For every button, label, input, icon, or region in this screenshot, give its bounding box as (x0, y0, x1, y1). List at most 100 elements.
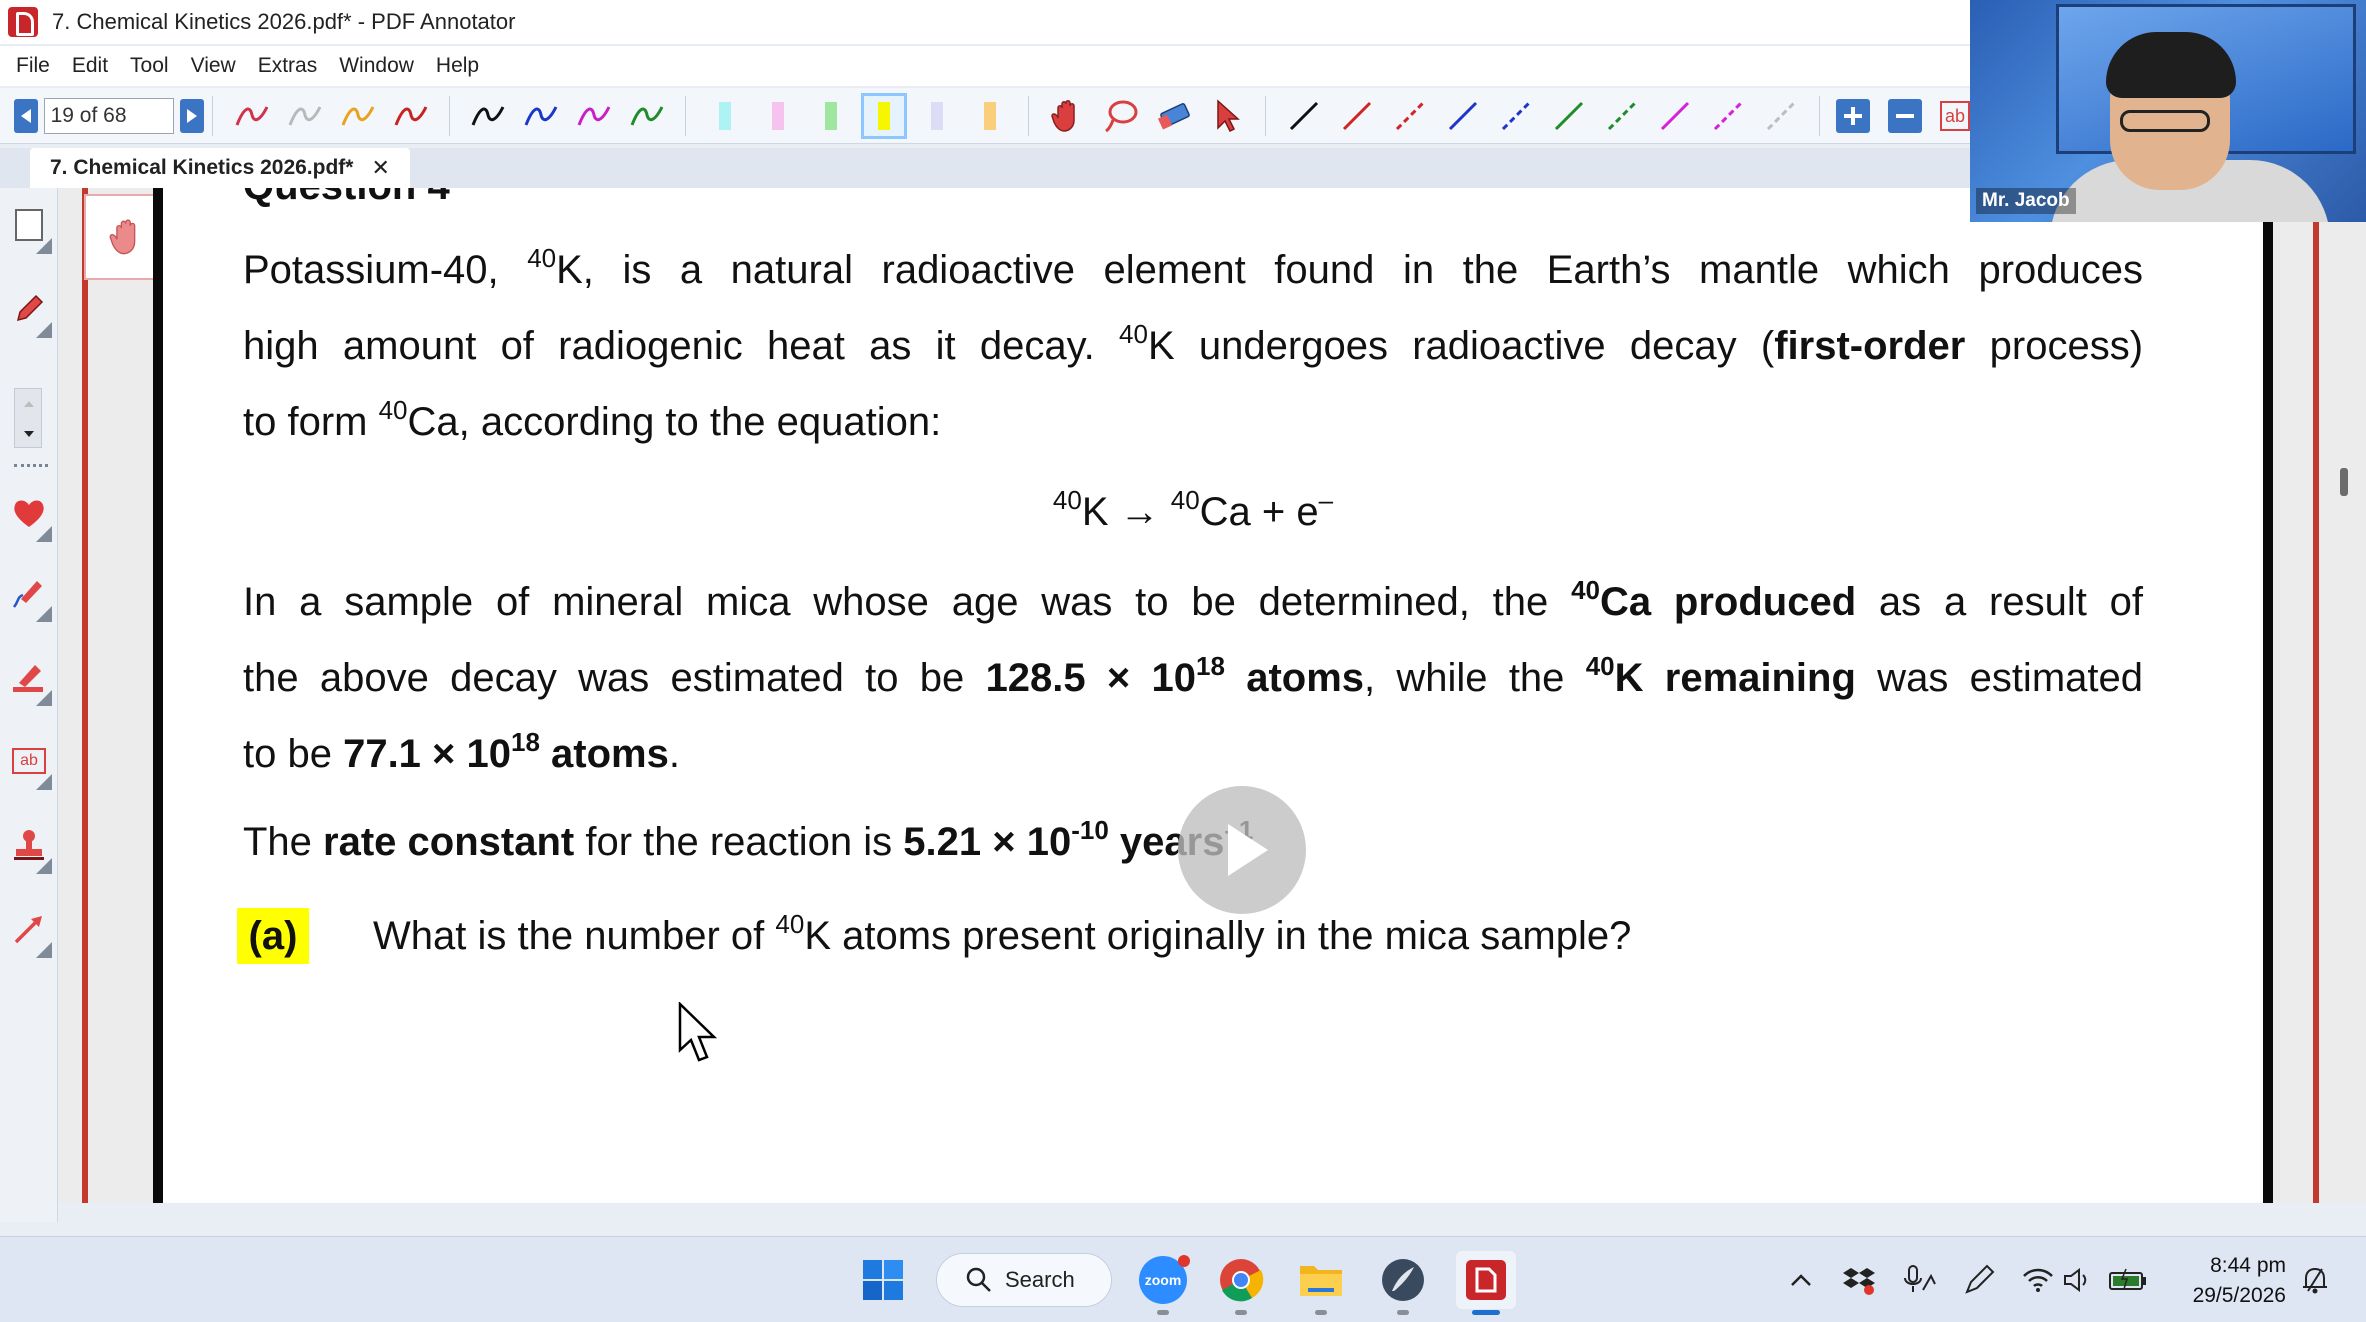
battery-tray-icon[interactable] (2106, 1251, 2150, 1309)
menu-window[interactable]: Window (339, 54, 414, 78)
wifi-tray-icon[interactable] (2020, 1251, 2056, 1309)
previous-page-button[interactable] (14, 98, 38, 133)
feather-app-button[interactable] (1376, 1251, 1430, 1315)
pen-blue-button[interactable] (518, 93, 564, 139)
highlighter-lavender-button[interactable] (914, 93, 960, 139)
favorites-button[interactable] (6, 484, 52, 542)
document-tab[interactable]: 7. Chemical Kinetics 2026.pdf* ✕ (30, 148, 410, 188)
menu-view[interactable]: View (191, 54, 236, 78)
folder-icon (1300, 1266, 1342, 1296)
zoom-out-button[interactable] (1887, 98, 1922, 133)
pdf-annotator-taskbar-button[interactable] (1456, 1251, 1516, 1315)
blank-page-button[interactable] (6, 196, 52, 254)
menu-extras[interactable]: Extras (258, 54, 318, 78)
line-magenta-button[interactable] (1652, 93, 1698, 139)
highlighter-pink-button[interactable] (755, 93, 801, 139)
start-button[interactable] (856, 1251, 910, 1309)
pen-orange-button[interactable] (335, 93, 381, 139)
left-tool-sidebar: ab (0, 188, 58, 1222)
toolbar: 19 of 68 ab (0, 88, 1970, 144)
video-play-icon[interactable] (1178, 786, 1306, 914)
toolbar-separator (448, 95, 450, 136)
highlighter-icon (824, 101, 837, 130)
document-view[interactable]: Question 4 Potassium-40, 40K, is a natur… (58, 188, 2366, 1203)
pen-magenta-button[interactable] (571, 93, 617, 139)
line-black-button[interactable] (1281, 93, 1327, 139)
screen: 7. Chemical Kinetics 2026.pdf* - PDF Ann… (0, 0, 2366, 1322)
chevron-up-icon (1791, 1274, 1811, 1286)
pen-stroke-icon (630, 105, 664, 126)
sidebar-pencil-blue-button[interactable] (6, 564, 52, 622)
show-hidden-icons-button[interactable] (1786, 1251, 1816, 1309)
highlighter-icon (718, 101, 731, 130)
zoom-app-button[interactable]: zoom (1136, 1251, 1190, 1315)
toolbar-separator (211, 95, 213, 136)
hand-tool-button[interactable] (1045, 93, 1091, 139)
dashed-line-green-button[interactable] (1599, 93, 1645, 139)
notifications-button[interactable] (2298, 1251, 2332, 1309)
hand-icon (109, 219, 136, 255)
pen-stroke-icon (288, 105, 321, 126)
microphone-tray-icon[interactable] (1900, 1251, 1938, 1309)
file-explorer-button[interactable] (1294, 1251, 1348, 1315)
margin-rule-left (82, 188, 88, 1203)
dropbox-tray-icon[interactable] (1842, 1251, 1876, 1309)
paragraph-line: In a sample of mineral mica whose age wa… (243, 575, 2143, 624)
dashed-line-magenta-button[interactable] (1705, 93, 1751, 139)
menu-help[interactable]: Help (436, 54, 479, 78)
sidebar-arrow-button[interactable] (6, 900, 52, 958)
sidebar-pen-button[interactable] (6, 280, 52, 338)
line-red-button[interactable] (1334, 93, 1380, 139)
chrome-app-button[interactable] (1214, 1251, 1268, 1315)
eraser-tool-button[interactable] (1151, 93, 1197, 139)
page-number-input[interactable]: 19 of 68 (43, 97, 175, 134)
presenter-hair (2106, 32, 2236, 98)
line-icon (1555, 101, 1584, 130)
vertical-scroll-thumb[interactable] (2340, 468, 2348, 496)
sidebar-highlighter-button[interactable] (6, 648, 52, 706)
menu-tool[interactable]: Tool (130, 54, 169, 78)
sidebar-scroller[interactable] (14, 388, 42, 448)
pen-green-button[interactable] (624, 93, 670, 139)
pen-red-button[interactable] (229, 93, 275, 139)
dashed-line-blue-button[interactable] (1493, 93, 1539, 139)
dashed-line-grey-button[interactable] (1758, 93, 1804, 139)
highlighter-yellow-button[interactable] (860, 92, 907, 139)
pen-grey-button[interactable] (282, 93, 328, 139)
search-label: Search (1005, 1267, 1075, 1292)
pen-tray-icon[interactable] (1962, 1251, 1996, 1309)
menu-edit[interactable]: Edit (72, 54, 108, 78)
highlighter-orange-button[interactable] (967, 93, 1013, 139)
pen-icon (1965, 1264, 1995, 1294)
text-stamp-button[interactable]: ab (1939, 100, 1970, 131)
line-blue-button[interactable] (1440, 93, 1486, 139)
line-green-button[interactable] (1546, 93, 1592, 139)
blank-page-icon (15, 209, 43, 241)
close-tab-button[interactable]: ✕ (371, 155, 389, 181)
taskbar-search[interactable]: Search (936, 1253, 1112, 1307)
select-tool-button[interactable] (1204, 93, 1250, 139)
pen-darkred-button[interactable] (388, 93, 434, 139)
sidebar-stamp-button[interactable] (6, 816, 52, 874)
triangle-left-icon (20, 108, 31, 123)
participant-name: Mr. Jacob (1976, 188, 2076, 214)
zoom-in-button[interactable] (1835, 98, 1870, 133)
pen-black-button[interactable] (465, 93, 511, 139)
dashed-line-icon (1502, 101, 1531, 130)
lasso-icon (1104, 100, 1138, 132)
zoom-tools: ab (1835, 98, 1970, 133)
menu-file[interactable]: File (16, 54, 50, 78)
text-box-icon: ab (12, 748, 46, 774)
taskbar-clock[interactable]: 8:44 pm 29/5/2026 (2166, 1251, 2286, 1311)
dashed-line-red-button[interactable] (1387, 93, 1433, 139)
volume-tray-icon[interactable] (2062, 1251, 2094, 1309)
highlighter-icon (983, 101, 996, 130)
sidebar-text-button[interactable]: ab (6, 732, 52, 790)
pen-stroke-icon (577, 105, 611, 126)
highlighter-cyan-button[interactable] (702, 93, 748, 139)
document-tab-strip: 7. Chemical Kinetics 2026.pdf* ✕ (0, 148, 1970, 188)
lasso-tool-button[interactable] (1098, 93, 1144, 139)
next-page-button[interactable] (180, 98, 204, 133)
pencil-icon (16, 294, 44, 322)
highlighter-green-button[interactable] (808, 93, 854, 139)
